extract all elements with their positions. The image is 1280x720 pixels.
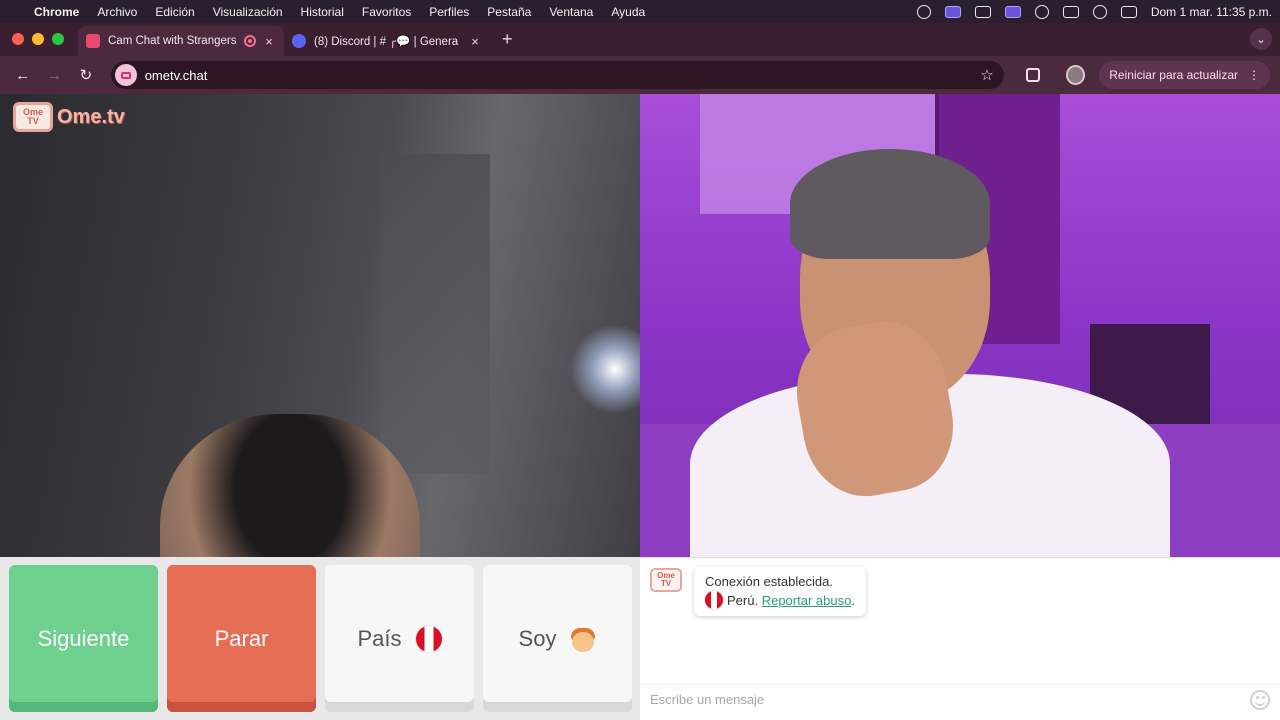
ometv-logo[interactable]: Ome TV Ome.tv (13, 102, 125, 132)
window-maximize-button[interactable] (52, 33, 64, 45)
menubar-clock[interactable]: Dom 1 mar. 11:35 p.m. (1151, 5, 1272, 19)
menu-perfiles[interactable]: Perfiles (429, 5, 469, 19)
battery-charging-icon[interactable] (1062, 5, 1079, 18)
window-minimize-button[interactable] (32, 33, 44, 45)
country-name: Perú. (727, 593, 759, 608)
discord-favicon-icon (292, 34, 306, 48)
window-close-button[interactable] (12, 33, 24, 45)
window-controls (0, 33, 78, 56)
video-light-glow (570, 324, 640, 414)
site-camera-icon[interactable] (114, 64, 137, 86)
peru-flag-icon (705, 591, 723, 609)
url-text[interactable]: ometv.chat (145, 68, 981, 83)
tab-close-icon[interactable]: × (468, 34, 482, 49)
ometv-tv-icon: Ome TV (13, 102, 53, 132)
tab-search-button[interactable]: ⌄ (1250, 28, 1272, 50)
chat-controls: Siguiente Parar País Soy (0, 557, 640, 720)
tab-ometv[interactable]: Cam Chat with Strangers × (78, 26, 284, 56)
tab-title: Cam Chat with Strangers (108, 35, 237, 47)
tab-close-icon[interactable]: × (262, 34, 276, 49)
stop-button[interactable]: Parar (167, 565, 316, 712)
next-button[interactable]: Siguiente (9, 565, 158, 712)
menu-historial[interactable]: Historial (301, 5, 344, 19)
menu-favoritos[interactable]: Favoritos (362, 5, 411, 19)
more-menu-icon: ⋮ (1248, 68, 1260, 82)
status-icons: Dom 1 mar. 11:35 p.m. (916, 4, 1272, 19)
window-icon[interactable] (1004, 5, 1021, 18)
recording-indicator-icon (244, 35, 256, 47)
report-abuse-link[interactable]: Reportar abuso (762, 593, 852, 608)
video-background-door (380, 154, 490, 474)
bookmark-star-icon[interactable]: ☆ (980, 66, 993, 84)
menu-archivo[interactable]: Archivo (97, 5, 137, 19)
message-input-row (640, 684, 1280, 714)
battery-icon[interactable] (974, 5, 991, 18)
menu-visualizacion[interactable]: Visualización (213, 5, 283, 19)
update-chrome-button[interactable]: Reiniciar para actualizar ⋮ (1099, 61, 1270, 89)
chat-panel: Ome TV Conexión establecida. Perú. Repor… (640, 557, 1280, 720)
new-tab-button[interactable]: + (490, 29, 525, 56)
extensions-icon[interactable] (1025, 68, 1040, 82)
gender-button[interactable]: Soy (483, 565, 632, 712)
menu-app-name[interactable]: Chrome (34, 5, 79, 19)
forward-button[interactable]: → (42, 62, 68, 88)
menu-ayuda[interactable]: Ayuda (611, 5, 645, 19)
emoji-picker-icon[interactable] (1250, 689, 1270, 710)
stop-label: Parar (214, 625, 269, 651)
system-message: Conexión establecida. Perú. Reportar abu… (694, 567, 866, 616)
self-person-cap (790, 149, 990, 259)
country-line: Perú. Reportar abuso. (705, 591, 855, 610)
menu-ventana[interactable]: Ventana (549, 5, 593, 19)
ometv-wordmark: Ome.tv (57, 105, 125, 128)
ometv-favicon-icon (86, 34, 100, 48)
country-label: País (357, 625, 402, 651)
tab-title: (8) Discord | # ╭💬 | Genera (314, 36, 459, 48)
boy-emoji-icon (570, 626, 596, 652)
address-bar[interactable]: ometv.chat ☆ (110, 61, 1004, 89)
back-button[interactable]: ← (10, 62, 36, 88)
country-button[interactable]: País (325, 565, 474, 712)
reload-button[interactable]: ↻ (73, 62, 99, 88)
wifi-icon[interactable] (1034, 4, 1049, 19)
macos-menu-bar: Chrome Archivo Edición Visualización His… (0, 0, 1280, 23)
spotlight-search-icon[interactable] (1092, 4, 1107, 19)
tab-discord[interactable]: (8) Discord | # ╭💬 | Genera × (284, 26, 490, 56)
control-center-icon[interactable] (1120, 5, 1137, 18)
stranger-video: Ome TV Ome.tv (0, 94, 640, 557)
gender-label: Soy (518, 625, 557, 651)
ometv-chat-icon: Ome TV (650, 568, 682, 592)
menu-edicion[interactable]: Edición (155, 5, 194, 19)
self-video (640, 94, 1280, 557)
next-label: Siguiente (37, 625, 130, 651)
update-label: Reiniciar para actualizar (1109, 68, 1238, 82)
browser-tab-strip: Cam Chat with Strangers × (8) Discord | … (0, 23, 1280, 56)
browser-toolbar: ← → ↻ ometv.chat ☆ Reiniciar para actual… (0, 56, 1280, 94)
menu-pestana[interactable]: Pestaña (487, 5, 531, 19)
message-input[interactable] (650, 692, 1250, 707)
screen-share-icon[interactable] (944, 5, 961, 18)
profile-avatar[interactable] (1065, 65, 1086, 85)
connection-status: Conexión establecida. (705, 574, 833, 589)
vpn-icon[interactable] (916, 4, 931, 19)
peru-flag-icon (415, 625, 442, 652)
